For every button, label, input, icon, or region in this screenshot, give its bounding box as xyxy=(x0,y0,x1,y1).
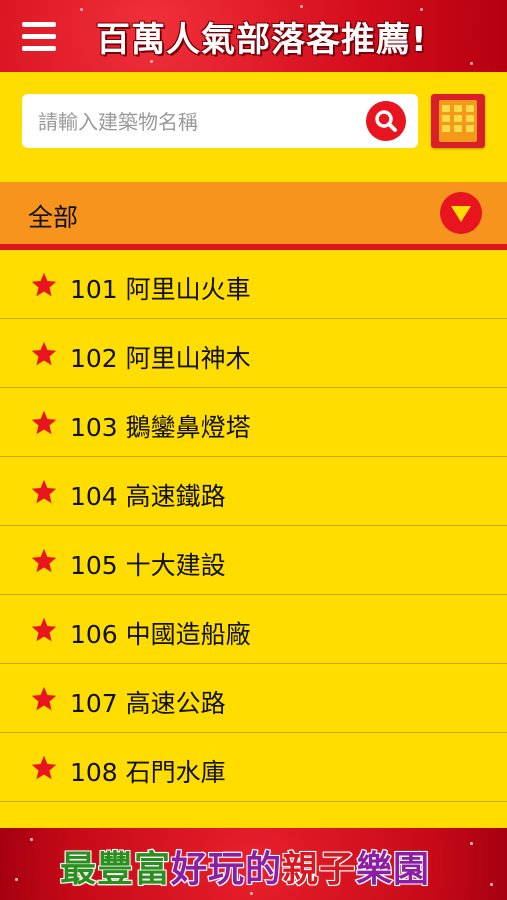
list-item[interactable]: 105 十大建設 xyxy=(0,526,507,595)
list-item[interactable]: 103 鵝鑾鼻燈塔 xyxy=(0,388,507,457)
star-icon xyxy=(31,686,57,711)
list-item-label: 106 中國造船廠 xyxy=(70,620,251,649)
ad-text: 最豐富好玩的親子樂園 xyxy=(59,840,431,892)
category-selected-label: 全部 xyxy=(28,203,79,232)
hamburger-menu-icon xyxy=(22,22,56,27)
triangle-down-icon xyxy=(451,206,471,222)
footer-ad-banner[interactable]: 最豐富好玩的親子樂園 xyxy=(0,828,507,900)
star-icon xyxy=(31,410,57,435)
ad-text-part1: 最豐富 xyxy=(59,848,172,891)
star-icon xyxy=(31,548,57,573)
list-item[interactable]: 108 石門水庫 xyxy=(0,733,507,802)
list-item[interactable]: 104 高速鐵路 xyxy=(0,457,507,526)
list-item[interactable]: 107 高速公路 xyxy=(0,664,507,733)
list-item-label: 104 高速鐵路 xyxy=(70,482,226,511)
list-item-label: 105 十大建設 xyxy=(70,551,226,580)
search-input[interactable] xyxy=(36,94,360,150)
banner-title: 百萬人氣部落客推薦! xyxy=(96,20,428,60)
star-icon xyxy=(31,341,57,366)
category-dropdown[interactable]: 全部 xyxy=(0,182,507,244)
menu-button[interactable] xyxy=(12,14,68,60)
calculator-grid-icon xyxy=(439,100,477,142)
list-item-label: 107 高速公路 xyxy=(70,689,226,718)
search-row xyxy=(0,72,507,182)
building-list: 101 阿里山火車 102 阿里山神木 103 鵝鑾鼻燈塔 104 高速鐵路 105 十… xyxy=(0,250,507,828)
star-icon xyxy=(31,755,57,780)
list-item[interactable]: 101 阿里山火車 xyxy=(0,250,507,319)
star-icon xyxy=(31,617,57,642)
search-button[interactable] xyxy=(366,101,406,141)
list-item-label: 103 鵝鑾鼻燈塔 xyxy=(70,413,251,442)
list-item[interactable]: 102 阿里山神木 xyxy=(0,319,507,388)
ad-text-part4: 樂園 xyxy=(355,848,431,891)
search-box xyxy=(22,94,418,150)
ad-text-part2: 好玩的 xyxy=(170,848,283,891)
search-icon xyxy=(375,110,397,132)
ad-text-part3: 親子 xyxy=(281,848,357,891)
top-banner: 百萬人氣部落客推薦! xyxy=(0,0,507,72)
list-item[interactable]: 106 中國造船廠 xyxy=(0,595,507,664)
list-item-label: 108 石門水庫 xyxy=(70,758,226,787)
dropdown-button[interactable] xyxy=(440,192,482,234)
list-item-label: 102 阿里山神木 xyxy=(70,344,251,373)
star-icon xyxy=(31,479,57,504)
calculator-grid-button[interactable] xyxy=(431,94,485,148)
list-item-label: 101 阿里山火車 xyxy=(70,275,251,304)
star-icon xyxy=(31,272,57,297)
